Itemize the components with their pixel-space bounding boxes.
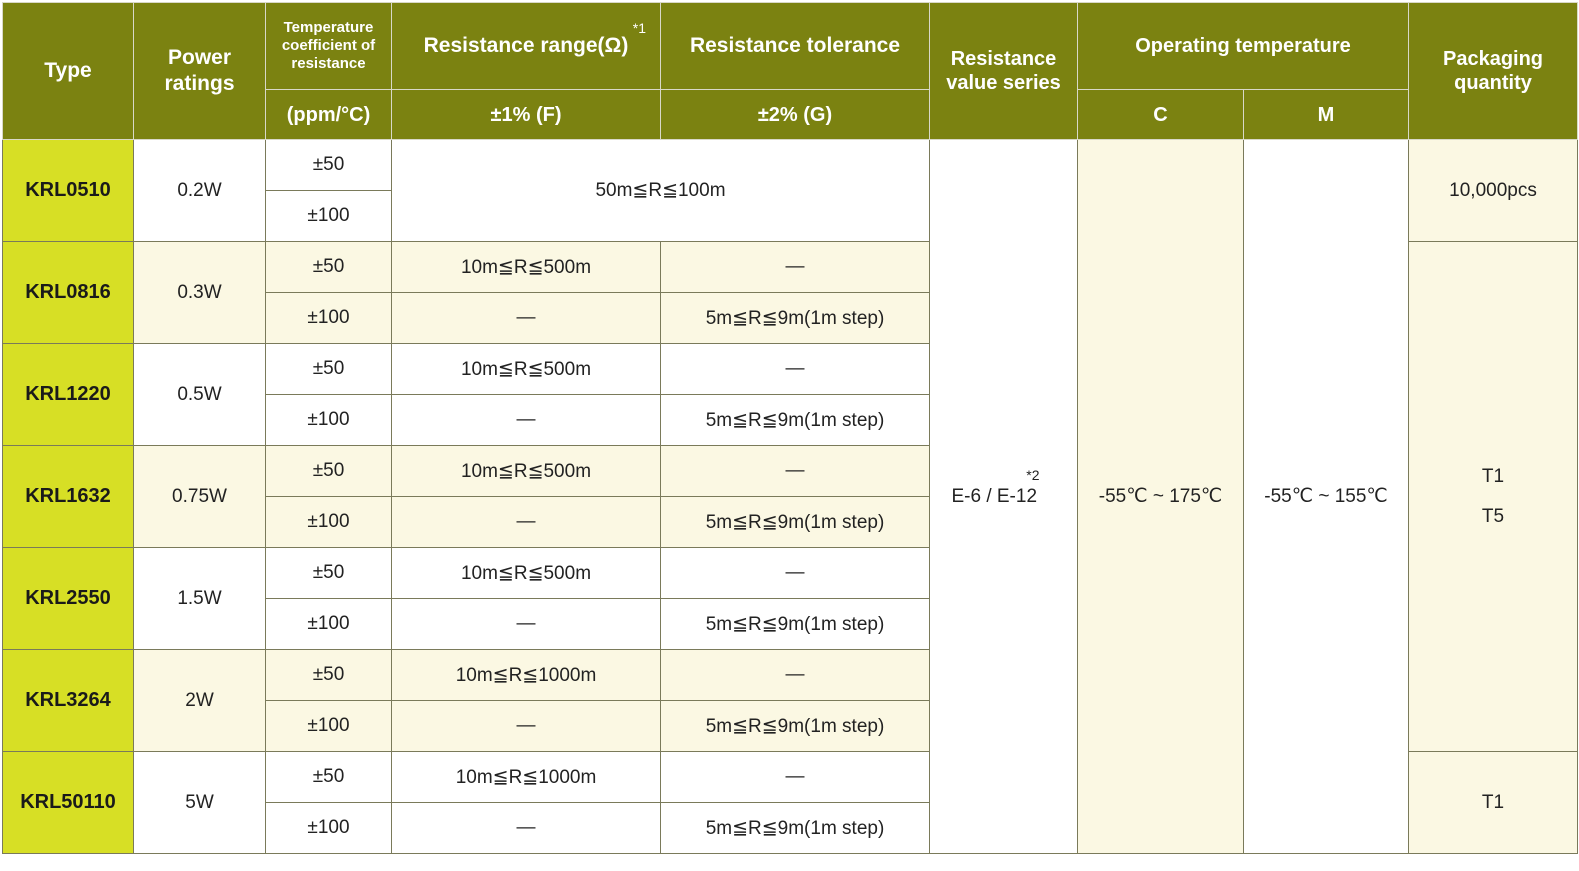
header-op-m: M — [1242, 89, 1410, 140]
tol-f-cell: 10m≦R≦500m — [391, 445, 661, 497]
tol-f-cell: — — [391, 496, 661, 548]
tol-f-cell: — — [391, 700, 661, 752]
series-value: E-6 / E-12 — [951, 485, 1038, 507]
header-power-ratings: Power ratings — [133, 2, 266, 140]
tol-g-cell: — — [660, 241, 930, 293]
tol-g-cell: — — [660, 343, 930, 395]
type-cell: KRL0816 — [2, 241, 134, 344]
power-cell: 0.2W — [133, 139, 266, 242]
header-operating-temperature: Operating temperature — [1076, 2, 1410, 90]
tol-f-cell: 10m≦R≦500m — [391, 241, 661, 293]
header-power-label: Power ratings — [164, 46, 235, 95]
tol-g-cell: — — [660, 649, 930, 701]
tcr-cell: ±50 — [265, 343, 392, 395]
power-cell: 5W — [133, 751, 266, 854]
packaging-cell: T1 T5 — [1408, 241, 1579, 752]
tol-f-cell: — — [391, 394, 661, 446]
header-series-label: Resistance value series — [946, 48, 1061, 94]
header-resistance-series: Resistance value series — [929, 2, 1078, 140]
resistor-spec-table: Type Power ratings Temperature coefficie… — [2, 2, 1579, 854]
tol-f-cell: 10m≦R≦1000m — [391, 649, 661, 701]
tcr-cell: ±50 — [265, 751, 392, 803]
tol-g-cell: — — [660, 751, 930, 803]
type-cell: KRL50110 — [2, 751, 134, 854]
tol-g-cell: 5m≦R≦9m(1m step) — [660, 598, 930, 650]
power-cell: 0.3W — [133, 241, 266, 344]
power-cell: 0.75W — [133, 445, 266, 548]
header-tol-f: ±1% (F) — [391, 89, 661, 140]
tcr-cell: ±100 — [265, 598, 392, 650]
packaging-t1: T1 — [1481, 465, 1505, 487]
resistance-merged-cell: 50m≦R≦100m — [391, 139, 930, 242]
tol-f-cell: — — [391, 292, 661, 344]
tcr-cell: ±100 — [265, 292, 392, 344]
tol-g-cell: — — [660, 547, 930, 599]
header-packaging-quantity: Packaging quantity — [1408, 2, 1579, 140]
tol-g-cell: 5m≦R≦9m(1m step) — [660, 700, 930, 752]
header-tcr-unit: (ppm/°C) — [265, 89, 392, 140]
tcr-cell: ±50 — [265, 547, 392, 599]
op-temp-m-cell: -55℃ ~ 155℃ — [1242, 139, 1410, 854]
tol-g-cell: — — [660, 445, 930, 497]
tol-g-cell: 5m≦R≦9m(1m step) — [660, 292, 930, 344]
header-type: Type — [2, 2, 134, 140]
tcr-cell: ±100 — [265, 802, 392, 854]
op-temp-c-cell: -55℃ ~ 175℃ — [1077, 139, 1244, 854]
header-packaging-label: Packaging quantity — [1442, 48, 1544, 94]
header-op-c: C — [1077, 89, 1244, 140]
tol-g-cell: 5m≦R≦9m(1m step) — [660, 496, 930, 548]
type-cell: KRL0510 — [2, 139, 134, 242]
power-cell: 0.5W — [133, 343, 266, 446]
tcr-cell: ±50 — [265, 445, 392, 497]
tol-f-cell: — — [391, 598, 661, 650]
tcr-cell: ±100 — [265, 700, 392, 752]
tcr-cell: ±50 — [265, 649, 392, 701]
header-tol-g: ±2% (G) — [660, 89, 930, 140]
type-cell: KRL1632 — [2, 445, 134, 548]
power-cell: 2W — [133, 649, 266, 752]
type-cell: KRL1220 — [2, 343, 134, 446]
header-resistance-range-label: Resistance range(Ω) — [423, 34, 629, 57]
power-cell: 1.5W — [133, 547, 266, 650]
header-resistance-range: Resistance range(Ω) *1 — [391, 2, 661, 90]
header-tcr-label: Temperature coefficient of resistance — [281, 19, 376, 72]
type-cell: KRL2550 — [2, 547, 134, 650]
table-row: KRL0510 0.2W ±50 50m≦R≦100m E-6 / E-12 *… — [2, 139, 1579, 854]
packaging-t5: T5 — [1481, 505, 1505, 527]
tol-g-cell: 5m≦R≦9m(1m step) — [660, 394, 930, 446]
tol-g-cell: 5m≦R≦9m(1m step) — [660, 802, 930, 854]
tol-f-cell: 10m≦R≦500m — [391, 547, 661, 599]
tol-f-cell: 10m≦R≦500m — [391, 343, 661, 395]
header-resistance-tolerance: Resistance tolerance — [660, 2, 930, 90]
tcr-cell: ±50 — [265, 139, 392, 191]
resistance-series-cell: E-6 / E-12 *2 — [929, 139, 1078, 854]
tcr-cell: ±50 — [265, 241, 392, 293]
tol-f-cell: 10m≦R≦1000m — [391, 751, 661, 803]
type-cell: KRL3264 — [2, 649, 134, 752]
tcr-cell: ±100 — [265, 190, 392, 242]
packaging-cell: 10,000pcs — [1408, 139, 1579, 242]
tcr-cell: ±100 — [265, 496, 392, 548]
header-tcr: Temperature coefficient of resistance — [265, 2, 392, 90]
note-2-mark: *2 — [1026, 466, 1040, 483]
note-1-mark: *1 — [632, 20, 646, 36]
tcr-cell: ±100 — [265, 394, 392, 446]
packaging-cell: T1 — [1408, 751, 1579, 854]
header-row-1: Type Power ratings Temperature coefficie… — [2, 2, 1579, 140]
tol-f-cell: — — [391, 802, 661, 854]
